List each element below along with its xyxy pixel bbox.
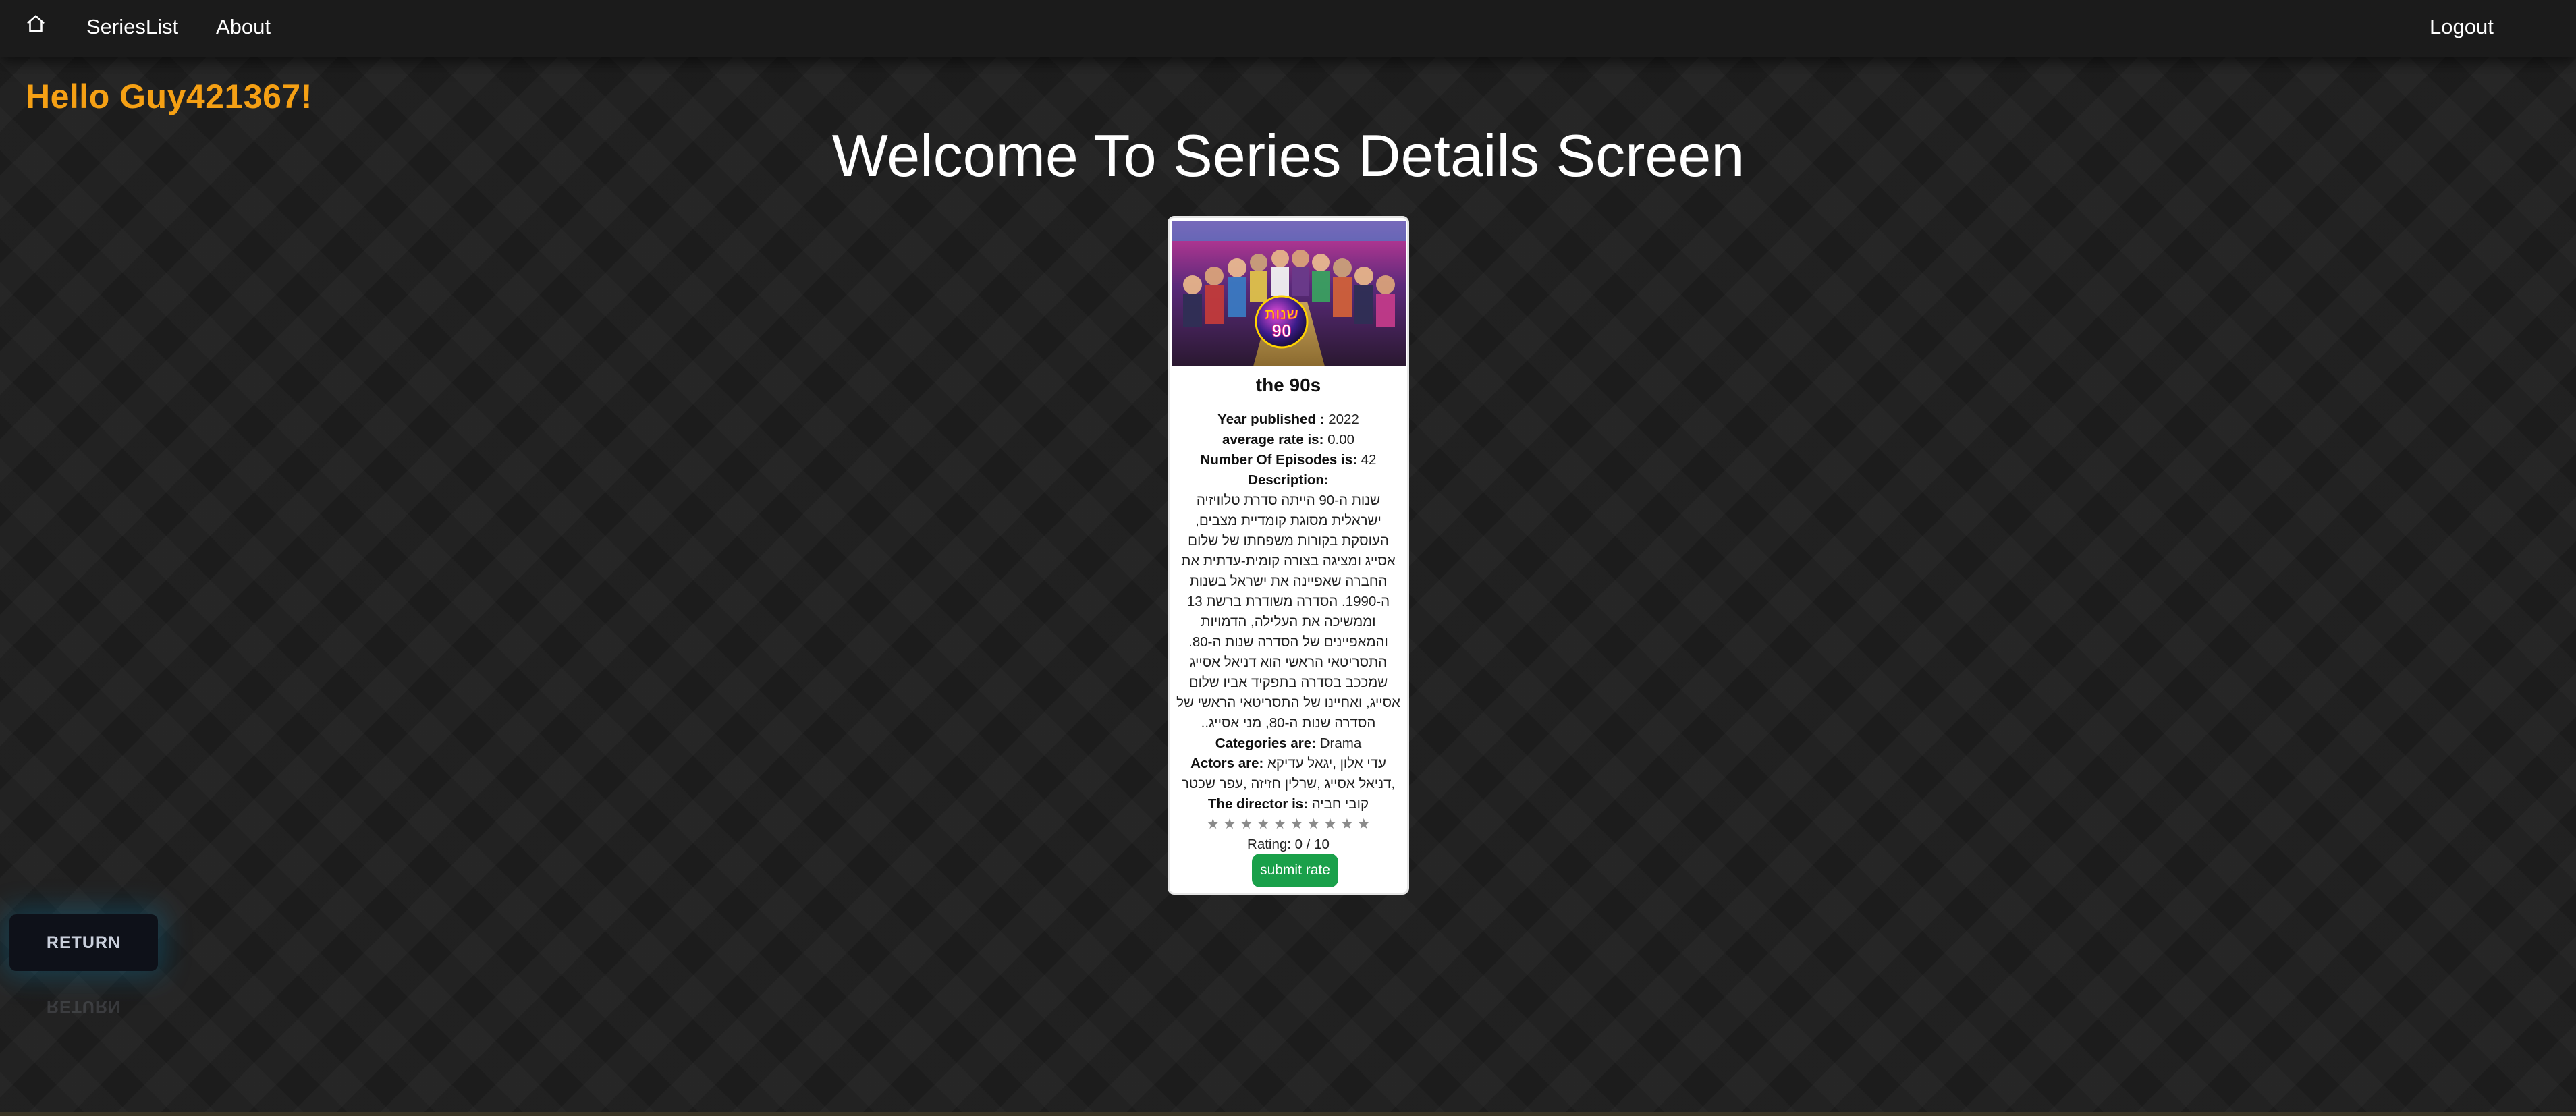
average-rate-value: 0.00 — [1327, 432, 1355, 447]
year-value: 2022 — [1328, 412, 1359, 427]
average-rate-label: average rate is: — [1222, 432, 1324, 447]
year-row: Year published : 2022 — [1172, 410, 1404, 430]
series-title: the 90s — [1255, 374, 1321, 395]
return-button[interactable]: RETURN — [9, 914, 158, 971]
categories-label: Categories are: — [1215, 735, 1317, 751]
average-rate-row: average rate is: 0.00 — [1172, 430, 1404, 450]
greeting-text: Hello Guy421367! — [26, 78, 312, 115]
director-label: The director is: — [1207, 796, 1308, 812]
series-card: שנות 90 the 90s Year published : 2022 av… — [1168, 216, 1409, 895]
rating-stars[interactable]: ★★★★★★★★★★ — [1176, 814, 1404, 835]
series-details: Year published : 2022 average rate is: 0… — [1172, 410, 1404, 855]
description-label: Description: — [1248, 472, 1329, 488]
home-icon[interactable] — [24, 12, 47, 35]
actors-label: Actors are: — [1190, 756, 1264, 771]
nav-serieslist-link[interactable]: SeriesList — [86, 15, 178, 39]
rating-text: Rating: 0 / 10 — [1247, 837, 1330, 852]
return-button-reflection: RETURN — [46, 997, 121, 1016]
description-label-row: Description: — [1172, 470, 1404, 491]
actors-row: Actors are: עדי אלון ,יגאל עדיקא ,דניאל … — [1172, 754, 1404, 794]
series-poster-image: שנות 90 — [1172, 221, 1406, 366]
svg-text:90: 90 — [1272, 320, 1292, 341]
bottom-divider — [0, 1112, 2576, 1116]
top-navbar: SeriesList About Logout — [0, 0, 2576, 57]
episodes-row: Number Of Episodes is: 42 — [1172, 450, 1404, 470]
director-value: קובי חביה — [1311, 796, 1369, 812]
nav-logout-link[interactable]: Logout — [2430, 15, 2494, 39]
moon-icon[interactable] — [2529, 18, 2552, 40]
nav-about-link[interactable]: About — [216, 15, 271, 39]
episodes-label: Number Of Episodes is: — [1200, 452, 1357, 468]
categories-value: Drama — [1319, 735, 1362, 751]
page-title: Welcome To Series Details Screen — [831, 122, 1745, 189]
director-row: The director is: קובי חביה — [1172, 794, 1404, 814]
description-text: שנות ה-90 הייתה סדרת טלוויזיה ישראלית מס… — [1176, 493, 1400, 731]
episodes-value: 42 — [1361, 452, 1377, 468]
categories-row: Categories are: Drama — [1172, 733, 1404, 754]
submit-rate-button[interactable]: submit rate — [1252, 854, 1338, 887]
year-label: Year published : — [1217, 412, 1325, 427]
